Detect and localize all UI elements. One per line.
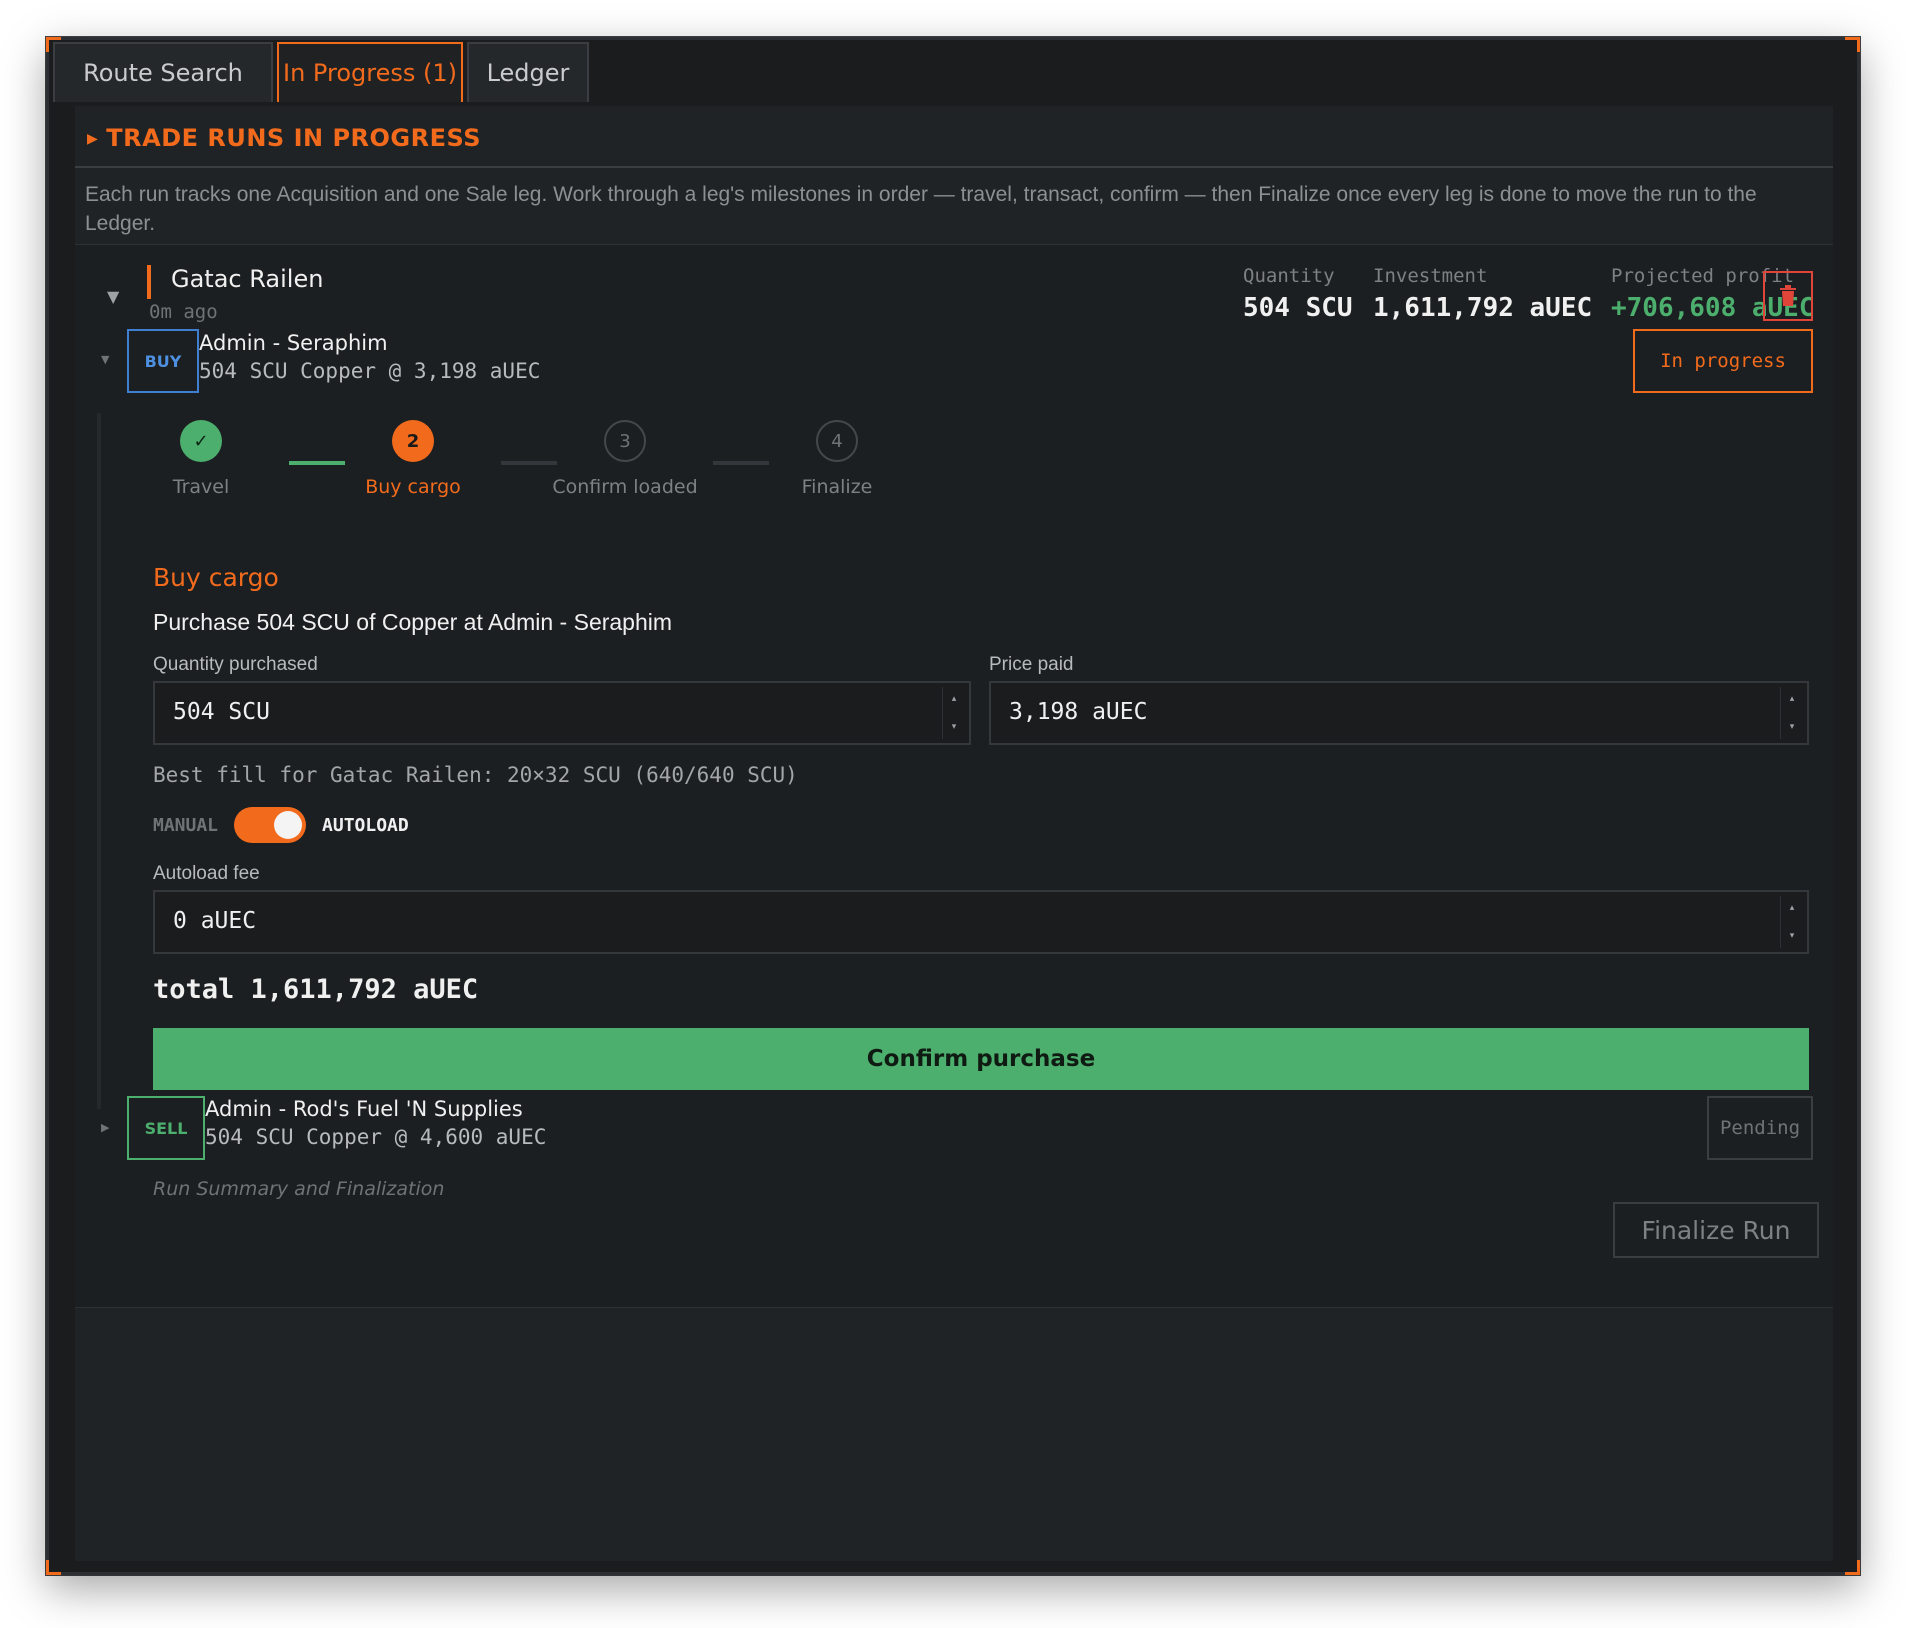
sell-leg-title: Admin - Rod's Fuel 'N Supplies: [205, 1097, 523, 1121]
buy-leg-subtitle: 504 SCU Copper @ 3,198 aUEC: [199, 359, 541, 383]
sell-leg-status: Pending: [1707, 1096, 1813, 1160]
buy-badge: BUY: [127, 329, 199, 393]
current-step-instruction: Purchase 504 SCU of Copper at Admin - Se…: [153, 609, 673, 635]
check-icon: ✓: [180, 420, 222, 462]
app-window: Route Search In Progress (1) Ledger ▶ TRA…: [46, 37, 1860, 1575]
investment-value: 1,611,792 aUEC: [1373, 293, 1593, 323]
autoload-toggle[interactable]: [234, 807, 307, 843]
section-description: Each run tracks one Acquisition and one …: [85, 183, 1757, 235]
purchase-total: total 1,611,792 aUEC: [153, 974, 479, 1005]
step-label: Travel: [172, 476, 230, 498]
quantity-purchased-value: 504 SCU: [173, 699, 270, 725]
quantity-purchased-label: Quantity purchased: [153, 654, 318, 675]
price-paid-input[interactable]: 3,198 aUEC ▴ ▾: [989, 681, 1809, 745]
confirm-purchase-button[interactable]: Confirm purchase: [153, 1028, 1809, 1090]
fee-stepper[interactable]: ▴ ▾: [1780, 896, 1803, 948]
quantity-purchased-input[interactable]: 504 SCU ▴ ▾: [153, 681, 971, 745]
step-travel[interactable]: ✓ Travel: [101, 420, 301, 498]
sell-leg-subtitle: 504 SCU Copper @ 4,600 aUEC: [205, 1125, 547, 1149]
step-buy-cargo[interactable]: 2 Buy cargo: [313, 420, 513, 498]
investment-stat: Investment 1,611,792 aUEC: [1373, 265, 1592, 323]
step-number: 2: [392, 420, 434, 462]
step-label: Confirm loaded: [552, 476, 698, 498]
tab-route-search[interactable]: Route Search: [53, 42, 273, 102]
run-summary-label: Run Summary and Finalization: [153, 1178, 445, 1200]
autoload-fee-input[interactable]: 0 aUEC ▴ ▾: [153, 890, 1809, 954]
decrement-icon[interactable]: ▾: [1790, 715, 1795, 739]
step-number: 3: [604, 420, 646, 462]
increment-icon[interactable]: ▴: [1790, 687, 1795, 711]
run-age: 0m ago: [149, 301, 218, 323]
decrement-icon[interactable]: ▾: [1790, 924, 1795, 948]
finalize-run-button[interactable]: Finalize Run: [1613, 1202, 1819, 1258]
quantity-label: Quantity: [1243, 265, 1335, 287]
section-title: ▶ TRADE RUNS IN PROGRESS: [87, 124, 481, 152]
step-finalize[interactable]: 4 Finalize: [737, 420, 937, 498]
trade-run-card: ▼ Gatac Railen 0m ago Quantity 504 SCU I…: [75, 244, 1833, 1308]
increment-icon[interactable]: ▴: [952, 687, 957, 711]
autoload-fee-value: 0 aUEC: [173, 908, 257, 934]
collapse-caret-icon: ▶: [87, 131, 99, 147]
step-confirm-loaded[interactable]: 3 Confirm loaded: [525, 420, 725, 498]
current-step-title: Buy cargo: [153, 563, 279, 592]
investment-label: Investment: [1373, 265, 1488, 287]
step-label: Buy cargo: [365, 476, 461, 498]
frame-corner: [1845, 1560, 1860, 1575]
buy-leg-title: Admin - Seraphim: [199, 331, 388, 355]
price-paid-label: Price paid: [989, 654, 1074, 675]
in-progress-panel: ▶ TRADE RUNS IN PROGRESS Each run tracks …: [75, 106, 1833, 1561]
sell-badge: SELL: [127, 1096, 205, 1160]
sell-leg-caret-icon[interactable]: ▶: [101, 1121, 109, 1134]
delete-run-button[interactable]: [1763, 271, 1813, 321]
step-number: 4: [816, 420, 858, 462]
tab-in-progress[interactable]: In Progress (1): [277, 42, 463, 102]
buy-leg-caret-icon[interactable]: ▼: [101, 353, 109, 366]
frame-corner: [1845, 37, 1860, 52]
quantity-stat: Quantity 504 SCU: [1243, 265, 1353, 323]
buy-leg-body-rail: [97, 413, 101, 1109]
autoload-label: AUTOLOAD: [322, 814, 409, 836]
manual-label: MANUAL: [153, 814, 219, 836]
trash-icon: [1780, 285, 1796, 306]
price-stepper[interactable]: ▴ ▾: [1780, 687, 1803, 739]
section-header[interactable]: ▶ TRADE RUNS IN PROGRESS: [75, 106, 1833, 168]
autoload-fee-label: Autoload fee: [153, 863, 260, 884]
increment-icon[interactable]: ▴: [1790, 896, 1795, 920]
decrement-icon[interactable]: ▾: [952, 715, 957, 739]
load-mode-toggle-row: MANUAL AUTOLOAD: [153, 807, 409, 843]
buy-leg-status: In progress: [1633, 329, 1813, 393]
quantity-stepper[interactable]: ▴ ▾: [942, 687, 965, 739]
run-collapse-caret-icon[interactable]: ▼: [107, 287, 119, 306]
section-title-text: TRADE RUNS IN PROGRESS: [106, 124, 481, 152]
frame-corner: [46, 1560, 61, 1575]
toggle-knob: [274, 811, 303, 839]
best-fill-hint: Best fill for Gatac Railen: 20×32 SCU (6…: [153, 763, 798, 787]
step-label: Finalize: [801, 476, 873, 498]
ship-name: Gatac Railen: [171, 265, 324, 293]
quantity-value: 504 SCU: [1243, 293, 1353, 323]
price-paid-value: 3,198 aUEC: [1009, 699, 1148, 725]
tab-ledger[interactable]: Ledger: [467, 42, 589, 102]
run-accent-bar: [147, 265, 151, 299]
